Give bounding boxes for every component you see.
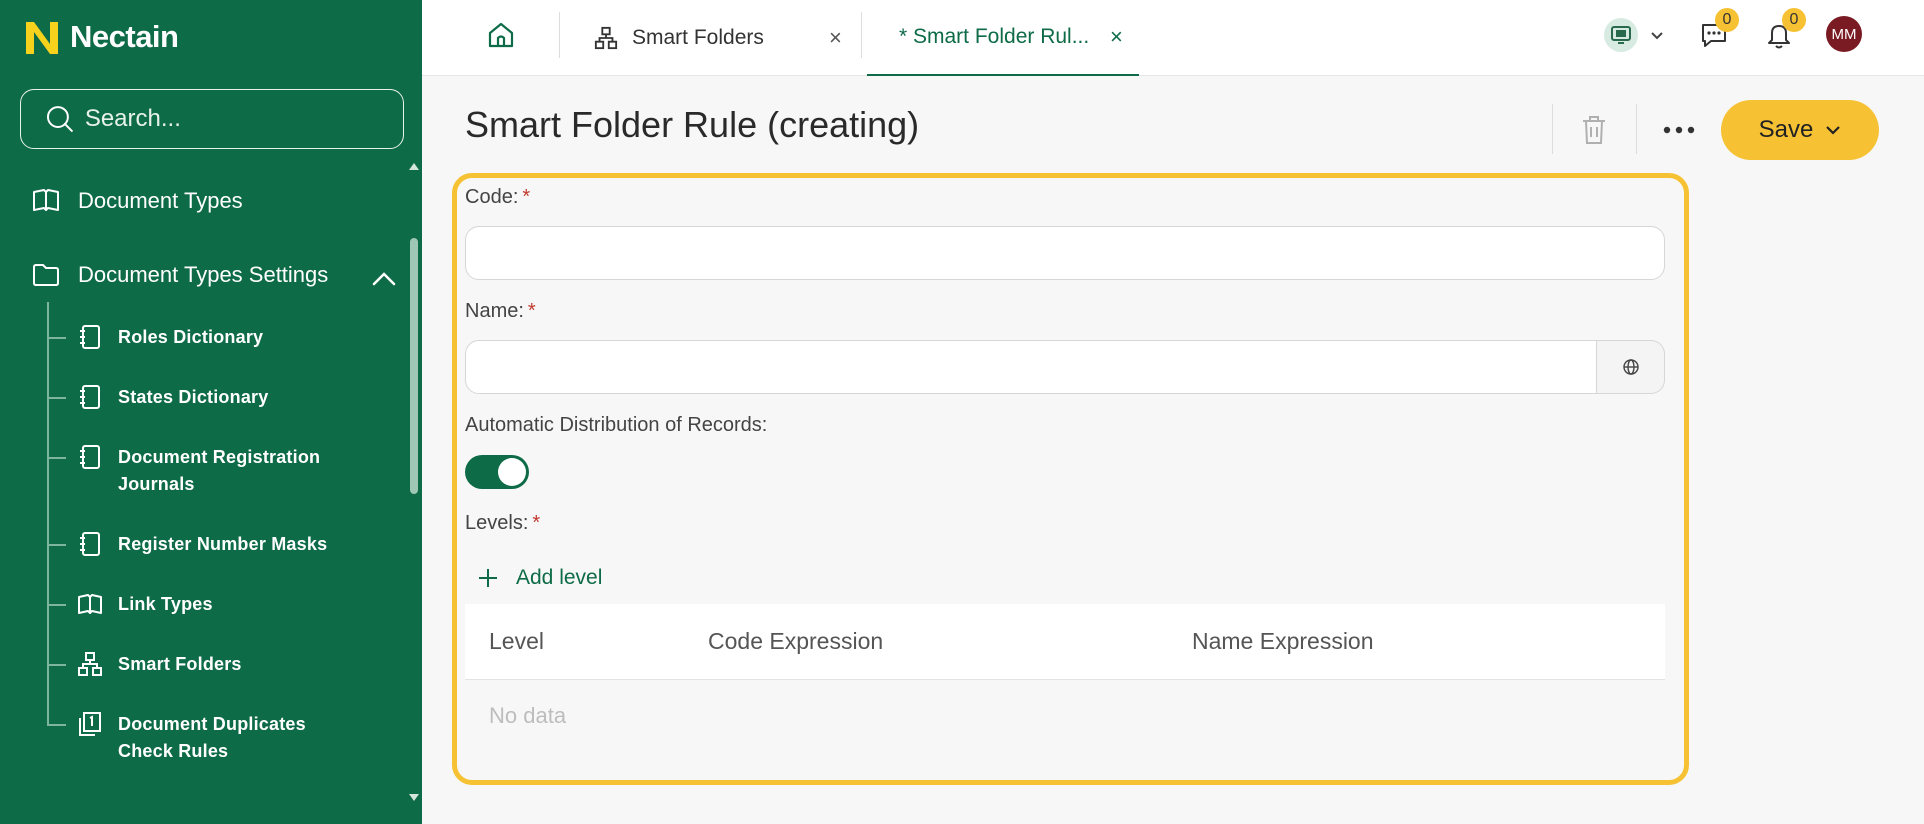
sidebar-scrollbar[interactable] <box>407 162 421 802</box>
sidebar-sub-item-label: Smart Folders <box>118 654 242 674</box>
column-name-expression[interactable]: Name Expression <box>1192 628 1374 655</box>
more-options-icon[interactable] <box>1662 120 1696 140</box>
chevron-down-icon <box>1826 126 1841 135</box>
book-open-icon <box>78 594 102 614</box>
search-input[interactable] <box>84 105 403 133</box>
search-box[interactable] <box>20 89 404 149</box>
sidebar-item-roles-dictionary[interactable]: Roles Dictionary <box>48 324 263 351</box>
trash-icon[interactable] <box>1580 114 1608 146</box>
name-input[interactable] <box>465 340 1597 394</box>
sitemap-icon <box>594 26 618 50</box>
notification-count-badge: 0 <box>1782 8 1806 32</box>
sidebar-item-smart-folders[interactable]: Smart Folders <box>48 651 242 678</box>
sidebar-sub-item-label: Document Duplicates Check Rules <box>118 714 306 761</box>
column-code-expression[interactable]: Code Expression <box>708 628 883 655</box>
save-button[interactable]: Save <box>1721 100 1879 160</box>
notebook-icon <box>80 385 100 409</box>
nectain-logo-icon <box>26 22 58 54</box>
tab-smart-folder-rule[interactable]: * Smart Folder Rul... × <box>867 0 1139 76</box>
sidebar: Nectain Document Types Document Types Se… <box>0 0 422 824</box>
plus-icon <box>479 569 497 587</box>
sidebar-item-link-types[interactable]: Link Types <box>48 591 213 618</box>
scroll-up-arrow-icon[interactable] <box>407 162 421 172</box>
globe-icon <box>1622 359 1639 375</box>
empty-table-text: No data <box>489 703 567 728</box>
save-button-label: Save <box>1758 116 1814 143</box>
sidebar-sub-item-label: Register Number Masks <box>118 534 328 554</box>
sidebar-item-document-duplicates-check-rules[interactable]: Document Duplicates Check Rules <box>48 711 306 765</box>
page-title: Smart Folder Rule (creating) <box>465 104 920 145</box>
close-icon[interactable]: × <box>829 25 842 51</box>
sidebar-item-states-dictionary[interactable]: States Dictionary <box>48 384 268 411</box>
sidebar-item-document-types[interactable]: Document Types <box>32 188 243 214</box>
scroll-down-arrow-icon[interactable] <box>407 792 421 802</box>
sidebar-sub-item-label: Document Registration Journals <box>118 447 321 494</box>
chat-count-badge: 0 <box>1715 8 1739 32</box>
add-level-label: Add level <box>516 566 603 589</box>
tab-label: * Smart Folder Rul... <box>899 25 1090 48</box>
workspace-switcher[interactable] <box>1604 18 1638 52</box>
tab-label: Smart Folders <box>632 26 764 49</box>
home-icon[interactable] <box>486 20 516 50</box>
sidebar-item-label: Document Types Settings <box>78 262 329 287</box>
chevron-up-icon[interactable] <box>372 270 396 286</box>
auto-distribution-label: Automatic Distribution of Records: <box>465 414 768 436</box>
code-input[interactable] <box>465 226 1665 280</box>
sitemap-icon <box>78 652 102 676</box>
auto-distribution-toggle[interactable] <box>465 455 529 489</box>
sidebar-sub-item-label: States Dictionary <box>118 387 269 407</box>
sidebar-item-label: Document Types <box>78 188 243 213</box>
levels-label: Levels: * <box>465 512 541 534</box>
sidebar-sub-item-label: Roles Dictionary <box>118 327 264 347</box>
code-label: Code: * <box>465 186 531 208</box>
book-open-icon <box>33 189 59 211</box>
notebook-icon <box>80 532 100 556</box>
name-label: Name: * <box>465 300 536 322</box>
monitor-icon <box>1611 26 1631 44</box>
top-bar: Smart Folders × * Smart Folder Rul... × … <box>422 0 1924 76</box>
close-icon[interactable]: × <box>1110 24 1123 50</box>
sidebar-item-document-types-settings[interactable]: Document Types Settings <box>32 262 328 288</box>
notebook-icon <box>80 325 100 349</box>
levels-table-header: Level Code Expression Name Expression <box>465 604 1665 680</box>
logo[interactable]: Nectain <box>24 18 179 56</box>
column-level[interactable]: Level <box>489 628 544 655</box>
chevron-down-icon[interactable] <box>1650 31 1664 41</box>
duplicate-one-icon <box>79 712 101 736</box>
add-level-button[interactable]: Add level <box>478 566 602 590</box>
app-name: Nectain <box>70 19 179 54</box>
translations-button[interactable] <box>1597 340 1665 394</box>
sidebar-sub-item-label: Link Types <box>118 594 213 614</box>
sidebar-item-register-number-masks[interactable]: Register Number Masks <box>48 531 327 558</box>
search-icon <box>46 106 73 132</box>
avatar[interactable]: MM <box>1826 16 1862 52</box>
sidebar-item-document-registration-journals[interactable]: Document Registration Journals <box>48 444 320 498</box>
scroll-thumb[interactable] <box>410 238 418 494</box>
folder-icon <box>33 264 59 286</box>
notebook-icon <box>80 445 100 469</box>
